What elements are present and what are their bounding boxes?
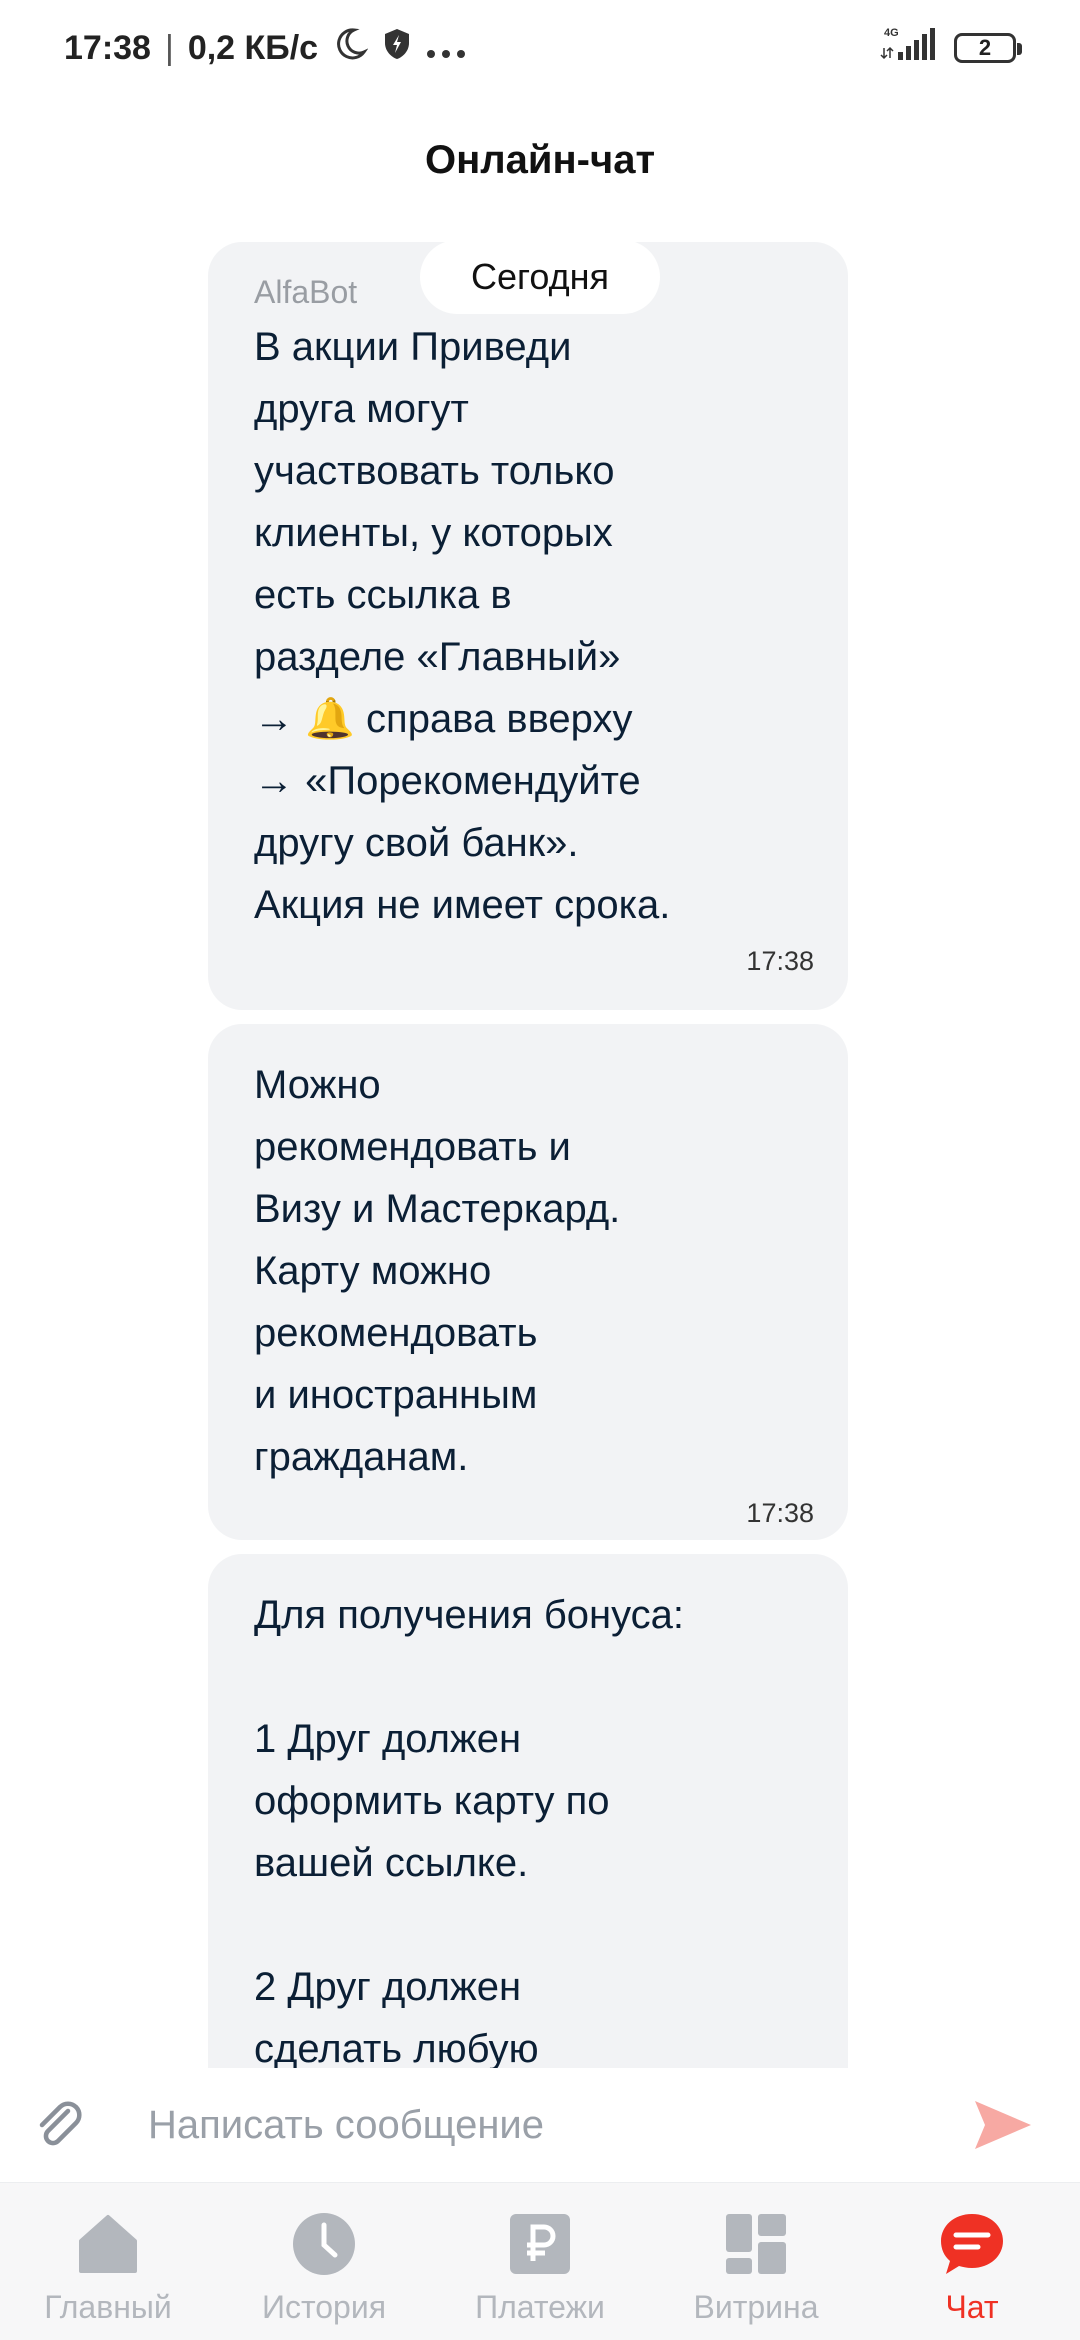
chat-screen: 17:38 | 0,2 КБ/с 4G 2 Онлайн-чат Сегодня…	[0, 0, 1080, 2340]
nav-item-home[interactable]: Главный	[0, 2183, 216, 2340]
ruble-icon	[505, 2209, 575, 2279]
shield-icon	[382, 27, 412, 70]
message-text: В акции Приведи друга могут участвовать …	[254, 325, 671, 927]
attach-button[interactable]	[30, 2095, 90, 2155]
send-icon	[975, 2101, 1031, 2149]
bottom-nav: Главный История Платежи Витрина Чат	[0, 2182, 1080, 2340]
message-text: Можно рекомендовать и Визу и Мастеркард.…	[254, 1063, 621, 1479]
more-dots-icon	[426, 29, 466, 68]
nav-item-chat[interactable]: Чат	[864, 2183, 1080, 2340]
message-input[interactable]	[146, 2084, 968, 2166]
nav-label: История	[261, 2289, 387, 2325]
nav-item-showcase[interactable]: Витрина	[648, 2183, 864, 2340]
network-type: 4G	[884, 27, 899, 39]
send-button[interactable]	[968, 2090, 1038, 2160]
nav-label: Платежи	[475, 2289, 605, 2325]
nav-label: Главный	[44, 2289, 172, 2325]
status-time: 17:38	[64, 28, 151, 67]
message-bubble[interactable]: Для получения бонуса: 1 Друг должен офор…	[208, 1554, 848, 2068]
status-bar: 17:38 | 0,2 КБ/с 4G 2	[0, 0, 1080, 96]
nav-item-payments[interactable]: Платежи	[432, 2183, 648, 2340]
nav-label: Чат	[945, 2289, 999, 2325]
status-right: 4G 2	[878, 26, 1022, 71]
clock-icon	[289, 2209, 359, 2279]
battery-icon: 2	[954, 33, 1022, 63]
status-speed: 0,2 КБ/с	[187, 28, 319, 67]
message-time: 17:38	[746, 1498, 814, 1528]
status-left: 17:38 | 0,2 КБ/с	[64, 26, 466, 71]
message-bubble[interactable]: AlfaBot В акции Приведи друга могут учас…	[208, 242, 848, 1010]
signal-icon: 4G	[878, 26, 938, 71]
message-text: Для получения бонуса: 1 Друг должен офор…	[254, 1593, 685, 2068]
message-composer	[0, 2068, 1080, 2182]
paperclip-icon	[39, 2101, 82, 2146]
grid-icon	[721, 2209, 791, 2279]
page-title: Онлайн-чат	[424, 138, 656, 182]
date-separator: Сегодня	[420, 240, 660, 314]
nav-label: Витрина	[693, 2289, 819, 2325]
chat-icon	[937, 2209, 1007, 2279]
nav-item-history[interactable]: История	[216, 2183, 432, 2340]
message-time: 17:38	[746, 946, 814, 976]
home-icon	[73, 2209, 143, 2279]
status-separator: |	[164, 28, 174, 67]
message-list[interactable]: Сегодня AlfaBot В акции Приведи друга мо…	[0, 240, 1080, 2068]
battery-level: 2	[978, 35, 992, 60]
message-bubble[interactable]: Можно рекомендовать и Визу и Мастеркард.…	[208, 1024, 848, 1540]
moon-icon	[332, 26, 369, 71]
